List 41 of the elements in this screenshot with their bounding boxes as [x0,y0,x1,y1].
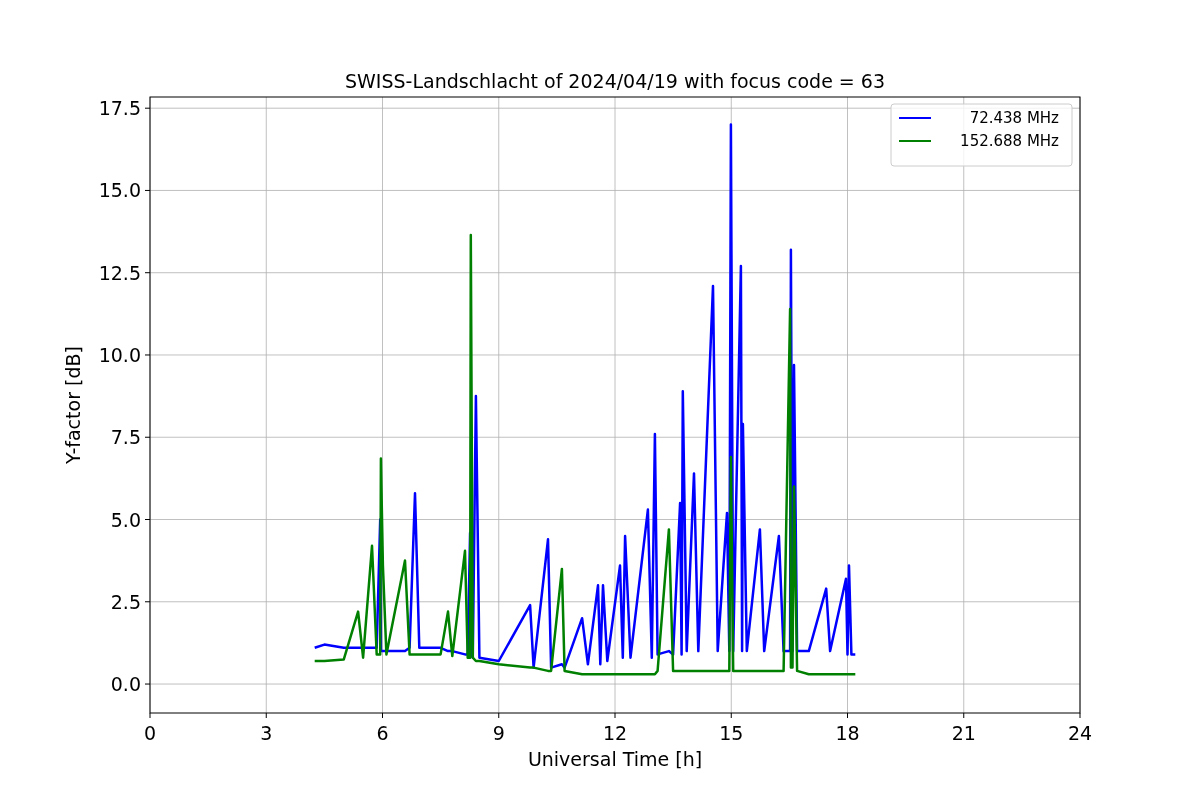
y-tick-label: 10.0 [98,344,141,366]
x-tick-label: 0 [143,722,157,744]
legend-label: 72.438 MHz [969,109,1059,127]
x-tick-label: 21 [951,722,976,744]
tick-mark [614,712,616,719]
tick-mark [382,712,383,719]
x-tick-label: 3 [260,722,273,744]
y-tick-label: 7.5 [110,426,141,449]
tick-mark [847,712,848,719]
tick-mark [144,189,151,191]
y-tick-label: 0.0 [110,673,141,696]
y-tick-label: 12.5 [98,261,141,284]
tick-mark [963,712,965,719]
tick-mark [144,436,151,438]
tick-mark [730,712,732,719]
tick-mark [144,107,151,109]
tick-mark [144,272,151,274]
x-tick-label: 18 [835,722,860,744]
y-tick-label: 17.5 [98,97,141,120]
x-tick-label: 15 [719,722,744,744]
x-tick-label: 12 [602,722,628,744]
y-tick-label: 15.0 [98,179,141,202]
legend-label: 152.688 MHz [960,132,1059,150]
x-tick-label: 6 [376,722,389,744]
tick-mark [144,354,151,356]
y-tick-label: 5.0 [110,508,141,531]
y-tick-label: 2.5 [110,590,141,613]
x-axis-label: Universal Time [h] [527,748,703,770]
x-tick-label: 24 [1067,722,1093,744]
legend-line [898,117,932,119]
y-axis-label: Y-factor [dB] [62,346,84,464]
tick-mark [498,712,500,719]
tick-mark [144,683,151,685]
chart-title: SWISS-Landschlacht of 2024/04/19 with focus code = 63 [345,70,885,92]
tick-mark [265,712,267,719]
tick-mark [1079,712,1081,719]
x-tick-label: 9 [492,722,505,744]
legend-line [898,140,932,142]
tick-mark [149,712,151,719]
tick-mark [144,601,151,603]
tick-mark [144,519,151,520]
